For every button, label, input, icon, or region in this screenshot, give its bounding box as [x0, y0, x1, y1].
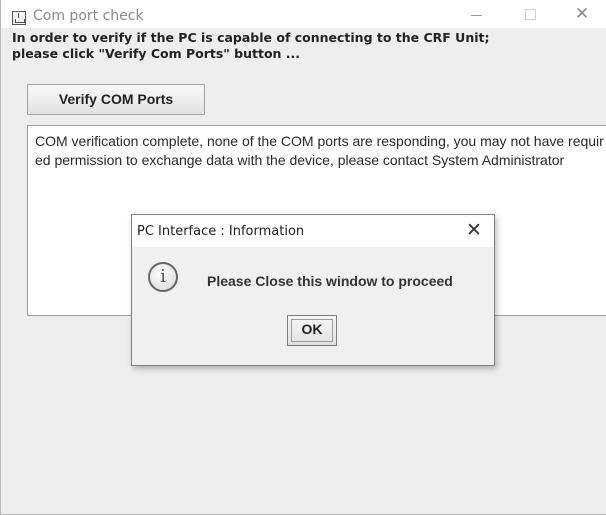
title-bar[interactable]: Com port check ✕ — [1, 0, 606, 28]
dialog-message: Please Close this window to proceed — [207, 273, 453, 289]
main-window: Com port check ✕ In order to verify if t… — [0, 0, 606, 515]
minimize-button[interactable] — [453, 0, 499, 28]
instructions-text: In order to verify if the PC is capable … — [12, 30, 602, 62]
information-icon: i — [148, 262, 178, 292]
close-button[interactable]: ✕ — [559, 0, 605, 28]
information-dialog: PC Interface : Information ✕ i Please Cl… — [131, 214, 495, 366]
java-cup-icon — [12, 11, 26, 25]
dialog-title: PC Interface : Information — [137, 224, 305, 239]
maximize-button[interactable] — [507, 0, 553, 28]
instructions-line-2: please click "Verify Com Ports" button .… — [12, 46, 301, 61]
output-text: COM verification complete, none of the C… — [35, 133, 604, 168]
dialog-title-bar[interactable]: PC Interface : Information ✕ — [132, 215, 494, 247]
verify-com-ports-button[interactable]: Verify COM Ports — [27, 84, 205, 115]
window-title: Com port check — [33, 8, 144, 24]
ok-button[interactable]: OK — [287, 315, 337, 346]
instructions-line-1: In order to verify if the PC is capable … — [12, 30, 490, 45]
dialog-close-button[interactable]: ✕ — [463, 219, 485, 241]
